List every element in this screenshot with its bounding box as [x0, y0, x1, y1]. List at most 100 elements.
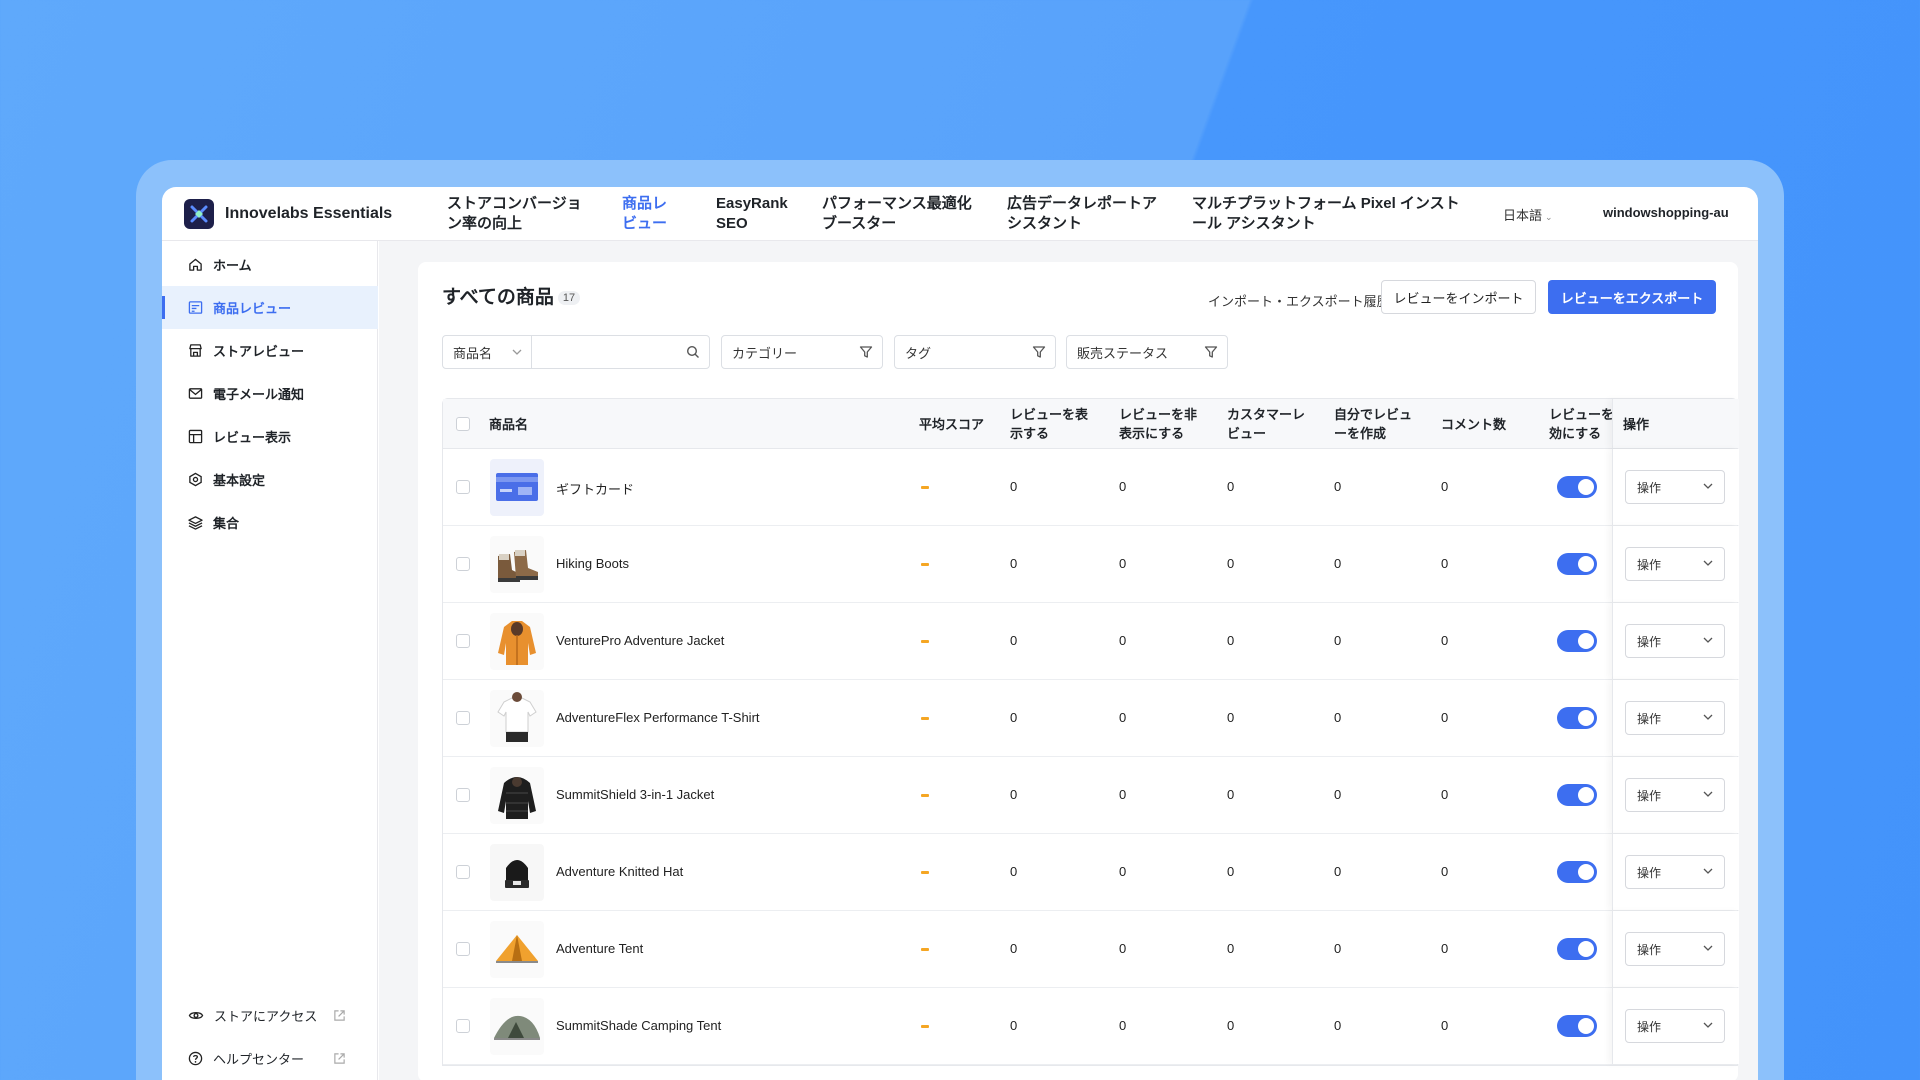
sidebar-item-email-notifications[interactable]: 電子メール通知: [162, 372, 378, 415]
actions-label: 操作: [1637, 634, 1662, 649]
table-row: AdventureFlex Performance T-Shirt 0 0 0 …: [443, 680, 1739, 757]
tab-pixel-installer[interactable]: マルチプラットフォーム Pixel インスト ール アシスタント: [1192, 194, 1460, 242]
sidebar-item-help-center[interactable]: ヘルプセンター: [162, 1037, 378, 1080]
hat-image: [505, 860, 529, 888]
search-field-select[interactable]: 商品名: [442, 335, 532, 369]
header-line: ーを作成: [1334, 426, 1387, 441]
enable-reviews-toggle[interactable]: [1557, 1015, 1597, 1037]
import-reviews-button[interactable]: レビューをインポート: [1381, 280, 1536, 314]
enable-reviews-toggle[interactable]: [1557, 861, 1597, 883]
tab-label-line: EasyRank: [716, 195, 788, 212]
header-actions: 操作: [1623, 417, 1650, 432]
actions-dropdown[interactable]: 操作: [1625, 855, 1725, 889]
header-line: レビューを非: [1119, 407, 1198, 422]
header-customer-reviews[interactable]: カスタマーレ ビュー: [1227, 405, 1305, 443]
tent-image: [496, 935, 538, 963]
actions-dropdown[interactable]: 操作: [1625, 470, 1725, 504]
comment-count: 0: [1441, 556, 1449, 571]
sidebar-item-label: ホーム: [213, 258, 252, 273]
hide-count: 0: [1119, 479, 1127, 494]
tab-label-line: 商品レ: [622, 195, 668, 212]
actions-dropdown[interactable]: 操作: [1625, 624, 1725, 658]
tab-performance-booster[interactable]: パフォーマンス最適化 ブースター: [822, 194, 972, 242]
product-name[interactable]: Adventure Tent: [556, 941, 643, 956]
product-name[interactable]: VenturePro Adventure Jacket: [556, 633, 724, 648]
chevron-down-icon: [1703, 714, 1713, 720]
header-avg-score[interactable]: 平均スコア: [919, 415, 984, 434]
actions-dropdown[interactable]: 操作: [1625, 547, 1725, 581]
tab-easyrank-seo[interactable]: EasyRank SEO: [716, 194, 788, 242]
settings-hex-icon: [189, 472, 202, 487]
product-name[interactable]: SummitShield 3-in-1 Jacket: [556, 787, 714, 802]
product-name[interactable]: Adventure Knitted Hat: [556, 864, 683, 879]
hide-count: 0: [1119, 787, 1127, 802]
gift-card-image: [496, 473, 538, 501]
tab-label-line: 広告データレポートア: [1007, 195, 1158, 212]
tag-filter[interactable]: タグ: [894, 335, 1056, 369]
actions-label: 操作: [1637, 865, 1662, 880]
product-name[interactable]: ギフトカード: [556, 479, 634, 498]
actions-dropdown[interactable]: 操作: [1625, 701, 1725, 735]
row-checkbox[interactable]: [456, 865, 470, 879]
header-show-reviews[interactable]: レビューを表 示する: [1010, 405, 1088, 443]
actions-label: 操作: [1637, 557, 1662, 572]
search-input[interactable]: [531, 335, 710, 369]
brand-name: Innovelabs Essentials: [225, 205, 393, 222]
header-own-reviews[interactable]: 自分でレビュ ーを作成: [1334, 405, 1412, 443]
sidebar-item-label: 商品レビュー: [213, 301, 292, 316]
enable-reviews-toggle[interactable]: [1557, 938, 1597, 960]
hide-count: 0: [1119, 633, 1127, 648]
row-checkbox[interactable]: [456, 788, 470, 802]
sales-status-filter[interactable]: 販売ステータス: [1066, 335, 1228, 369]
header-comments[interactable]: コメント数: [1441, 415, 1506, 434]
header-product-name[interactable]: 商品名: [489, 415, 528, 434]
tab-product-reviews[interactable]: 商品レ ビュー: [613, 194, 677, 244]
enable-reviews-toggle[interactable]: [1557, 476, 1597, 498]
row-checkbox[interactable]: [456, 942, 470, 956]
sidebar-item-label: ストアにアクセス: [214, 1009, 318, 1024]
product-name[interactable]: Hiking Boots: [556, 556, 629, 571]
actions-dropdown[interactable]: 操作: [1625, 778, 1725, 812]
header-line: 表示にする: [1119, 426, 1185, 441]
row-checkbox[interactable]: [456, 557, 470, 571]
avg-score-empty: [921, 717, 929, 720]
toggle-knob: [1578, 787, 1594, 803]
select-all-checkbox[interactable]: [456, 417, 470, 431]
row-checkbox[interactable]: [456, 480, 470, 494]
enable-reviews-toggle[interactable]: [1557, 707, 1597, 729]
sidebar-item-collection[interactable]: 集合: [162, 501, 378, 544]
row-checkbox[interactable]: [456, 711, 470, 725]
shop-name[interactable]: windowshopping-au: [1603, 205, 1729, 220]
export-reviews-button[interactable]: レビューをエクスポート: [1548, 280, 1716, 314]
chevron-down-icon: [512, 349, 522, 355]
sidebar-item-product-reviews[interactable]: 商品レビュー: [162, 286, 378, 329]
sidebar-item-basic-settings[interactable]: 基本設定: [162, 458, 378, 501]
enable-reviews-toggle[interactable]: [1557, 553, 1597, 575]
actions-dropdown[interactable]: 操作: [1625, 932, 1725, 966]
table-row: VenturePro Adventure Jacket 0 0 0 0 0 操作: [443, 603, 1739, 680]
row-checkbox[interactable]: [456, 1019, 470, 1033]
enable-reviews-toggle[interactable]: [1557, 630, 1597, 652]
actions-dropdown[interactable]: 操作: [1625, 1009, 1725, 1043]
sidebar-item-home[interactable]: ホーム: [162, 243, 378, 286]
products-table: 商品名 平均スコア レビューを表 示する レビューを非 表示にする カスタマーレ ビュ…: [442, 398, 1739, 1066]
header-enable-reviews[interactable]: レビューを有効にする: [1549, 405, 1612, 443]
import-export-history-link[interactable]: インポート・エクスポート履歴: [1208, 291, 1390, 310]
sidebar-item-store-reviews[interactable]: ストアレビュー: [162, 329, 378, 372]
header-line: 効にする: [1549, 426, 1602, 441]
category-filter[interactable]: カテゴリー: [721, 335, 883, 369]
header-hide-reviews[interactable]: レビューを非 表示にする: [1119, 405, 1197, 443]
row-checkbox[interactable]: [456, 634, 470, 648]
avg-score-empty: [921, 486, 929, 489]
category-filter-label: カテゴリー: [732, 345, 798, 361]
actions-cell: 操作: [1612, 603, 1739, 679]
sidebar-item-review-display[interactable]: レビュー表示: [162, 415, 378, 458]
tab-ad-data-report[interactable]: 広告データレポートア シスタント: [1007, 194, 1157, 242]
tab-store-conversion[interactable]: ストアコンバージョ ン率の向上: [447, 194, 582, 242]
sidebar-item-visit-store[interactable]: ストアにアクセス: [162, 994, 378, 1037]
show-count: 0: [1010, 941, 1018, 956]
product-name[interactable]: AdventureFlex Performance T-Shirt: [556, 710, 760, 725]
enable-reviews-toggle[interactable]: [1557, 784, 1597, 806]
language-select[interactable]: 日本語 ⌄: [1503, 205, 1553, 224]
product-name[interactable]: SummitShade Camping Tent: [556, 1018, 721, 1033]
